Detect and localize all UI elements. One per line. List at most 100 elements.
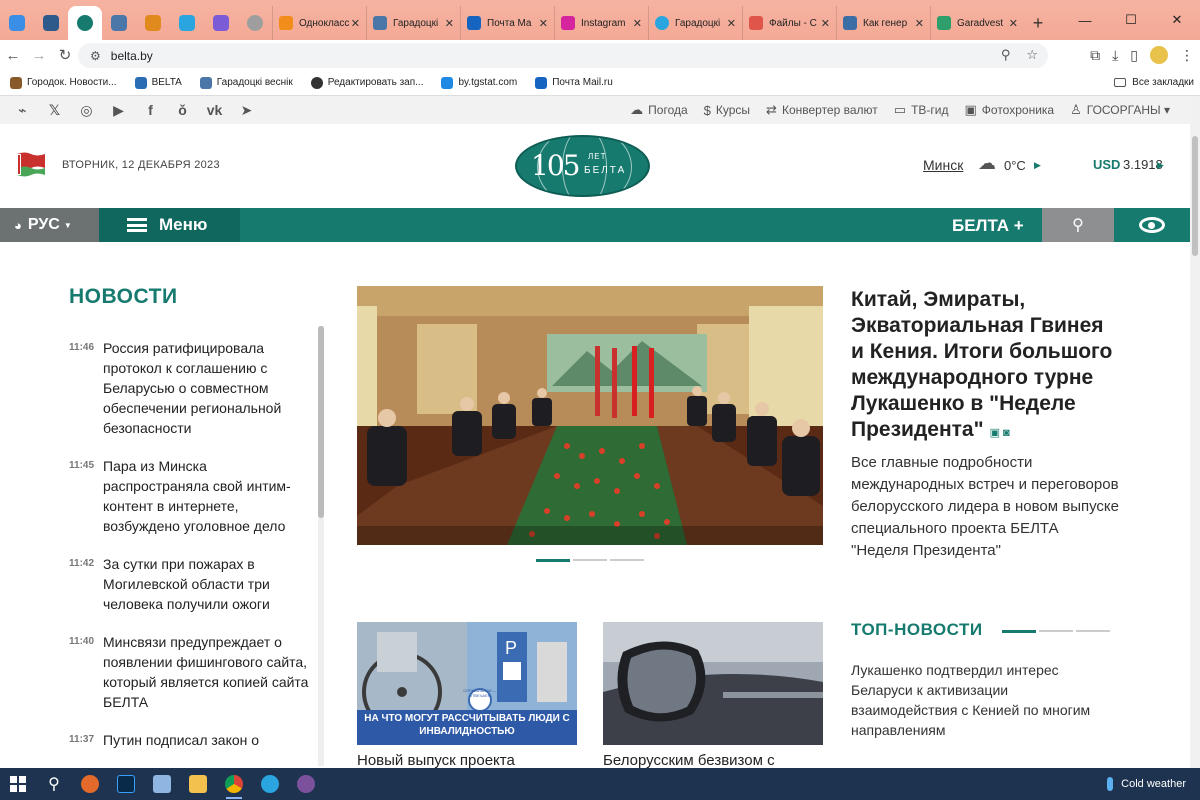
new-tab-button[interactable]: + bbox=[1024, 6, 1052, 40]
youtube-icon[interactable]: ▶ bbox=[110, 102, 127, 119]
close-tab-icon[interactable]: ✕ bbox=[727, 17, 736, 30]
zoom-search-icon[interactable]: ⚲ bbox=[1001, 47, 1011, 63]
browser-tab[interactable]: Гарадоцкі ✕ bbox=[366, 6, 460, 40]
browser-tab[interactable]: Гарадоцкі ✕ bbox=[648, 6, 742, 40]
taskbar-app-explorer[interactable] bbox=[180, 768, 216, 800]
bookmark-item[interactable]: Гарадоцкі веснік bbox=[199, 76, 293, 89]
lead-headline[interactable]: Китай, Эмираты, Экваториальная Гвинея и … bbox=[851, 287, 1121, 446]
bookmark-item[interactable]: BELTA bbox=[134, 76, 182, 89]
lead-photo[interactable] bbox=[357, 286, 823, 545]
start-button[interactable] bbox=[0, 768, 36, 800]
bookmark-item[interactable]: Городок. Новости... bbox=[10, 76, 117, 89]
menu-kebab-icon[interactable]: ⋮ bbox=[1180, 47, 1194, 64]
lead-headline-text[interactable]: Китай, Эмираты, Экваториальная Гвинея и … bbox=[851, 288, 1112, 441]
forward-icon[interactable]: → bbox=[26, 47, 52, 64]
close-tab-icon[interactable]: ✕ bbox=[915, 17, 924, 30]
taskbar-app-firefox[interactable] bbox=[72, 768, 108, 800]
telegram-icon[interactable]: ➤ bbox=[238, 102, 255, 119]
news-card-visa[interactable] bbox=[603, 622, 823, 745]
top-news-item[interactable]: Лукашенко подтвердил интерес Беларуси к … bbox=[851, 660, 1116, 740]
site-info-icon[interactable]: ⚙ bbox=[90, 49, 101, 63]
scrollbar-thumb[interactable] bbox=[1192, 136, 1198, 256]
close-tab-icon[interactable]: ✕ bbox=[351, 17, 360, 30]
tab-8[interactable] bbox=[238, 6, 272, 40]
menu-button[interactable]: Меню bbox=[99, 208, 240, 242]
tab-2[interactable] bbox=[34, 6, 68, 40]
slider-dot-active[interactable] bbox=[536, 559, 570, 562]
browser-tab[interactable]: Instagram ✕ bbox=[554, 6, 648, 40]
taskbar-app-chrome[interactable] bbox=[216, 768, 252, 800]
news-item[interactable]: 11:37 Путин подписал закон о bbox=[69, 730, 309, 750]
close-window-icon[interactable]: ✕ bbox=[1154, 0, 1200, 40]
close-tab-icon[interactable]: ✕ bbox=[821, 17, 830, 30]
belta-plus-link[interactable]: БЕЛТА + bbox=[952, 216, 1024, 236]
download-icon[interactable]: ⤓ bbox=[1112, 47, 1118, 64]
odnoklassniki-icon[interactable]: ǒ bbox=[174, 102, 191, 119]
service-converter[interactable]: ⇄ Конвертер валют bbox=[766, 102, 878, 118]
slider-dot[interactable] bbox=[1076, 630, 1110, 632]
search-taskbar-icon[interactable]: ⚲ bbox=[36, 768, 72, 800]
card-caption[interactable]: Новый выпуск проекта bbox=[357, 752, 515, 769]
browser-tab[interactable]: Однокласс ✕ bbox=[272, 6, 366, 40]
vk-icon[interactable]: vk bbox=[206, 102, 223, 119]
taskbar-app-viber[interactable] bbox=[288, 768, 324, 800]
instagram-icon[interactable]: ◎ bbox=[78, 102, 95, 119]
profile-avatar[interactable] bbox=[1150, 46, 1168, 64]
tab-5[interactable] bbox=[136, 6, 170, 40]
service-photo[interactable]: ▣ Фотохроника bbox=[964, 102, 1054, 118]
tab-4[interactable] bbox=[102, 6, 136, 40]
close-tab-icon[interactable]: ✕ bbox=[633, 17, 642, 30]
tab-1[interactable] bbox=[0, 6, 34, 40]
news-item[interactable]: 11:40 Минсвязи предупреждает о появлении… bbox=[69, 632, 309, 712]
slider-dot-active[interactable] bbox=[1002, 630, 1036, 633]
close-tab-icon[interactable]: ✕ bbox=[539, 17, 548, 30]
chevron-right-icon[interactable]: ▶ bbox=[1157, 160, 1164, 171]
address-bar[interactable]: ⚙ belta.by ⚲ ☆ bbox=[78, 43, 1048, 68]
accessibility-button[interactable] bbox=[1114, 208, 1190, 242]
browser-tab[interactable]: Как генер ✕ bbox=[836, 6, 930, 40]
bookmark-item[interactable]: Редактировать зап... bbox=[310, 76, 423, 89]
browser-tab[interactable]: Garadvest ✕ bbox=[930, 6, 1024, 40]
news-headline[interactable]: Пара из Минска распространяла свой интим… bbox=[103, 456, 309, 536]
all-bookmarks-button[interactable]: Все закладки bbox=[1114, 77, 1194, 88]
facebook-icon[interactable]: f bbox=[142, 102, 159, 119]
tab-7[interactable] bbox=[204, 6, 238, 40]
news-headline[interactable]: Минсвязи предупреждает о появлении фишин… bbox=[103, 632, 309, 712]
bookmark-item[interactable]: Почта Mail.ru bbox=[535, 76, 613, 89]
taskbar-app-notes[interactable] bbox=[144, 768, 180, 800]
weather-city[interactable]: Минск bbox=[923, 157, 963, 173]
chevron-right-icon[interactable]: ▶ bbox=[1034, 160, 1041, 171]
news-item[interactable]: 11:45 Пара из Минска распространяла свой… bbox=[69, 456, 309, 536]
service-gov[interactable]: ♙ ГОСОРГАНЫ ▾ bbox=[1070, 102, 1170, 118]
twitter-icon[interactable]: 𝕏 bbox=[46, 102, 63, 119]
news-scrollbar[interactable] bbox=[318, 326, 324, 766]
news-headline[interactable]: Путин подписал закон о bbox=[103, 730, 259, 750]
news-headline[interactable]: За сутки при пожарах в Могилевской облас… bbox=[103, 554, 309, 614]
taskbar-app-telegram[interactable] bbox=[252, 768, 288, 800]
tab-6[interactable] bbox=[170, 6, 204, 40]
service-tv[interactable]: ▭ ТВ-гид bbox=[894, 102, 949, 118]
slider-dot[interactable] bbox=[610, 559, 644, 561]
bookmark-item[interactable]: by.tgstat.com bbox=[441, 76, 517, 89]
extensions-icon[interactable]: ⧉ bbox=[1090, 47, 1100, 64]
news-item[interactable]: 11:46 Россия ратифицировала протокол к с… bbox=[69, 338, 309, 438]
taskbar-weather[interactable]: Cold weather bbox=[1107, 777, 1186, 791]
back-icon[interactable]: ← bbox=[0, 47, 26, 64]
browser-tab[interactable]: Почта Ma ✕ bbox=[460, 6, 554, 40]
browser-tab[interactable]: Файлы - С ✕ bbox=[742, 6, 836, 40]
minimize-icon[interactable]: — bbox=[1062, 0, 1108, 40]
tab-3-active[interactable] bbox=[68, 6, 102, 40]
taskbar-app-photoshop[interactable] bbox=[108, 768, 144, 800]
close-tab-icon[interactable]: ✕ bbox=[1009, 17, 1018, 30]
slider-dot[interactable] bbox=[573, 559, 607, 561]
card-caption[interactable]: Белорусским безвизом с bbox=[603, 752, 775, 769]
news-item[interactable]: 11:42 За сутки при пожарах в Могилевской… bbox=[69, 554, 309, 614]
close-tab-icon[interactable]: ✕ bbox=[445, 17, 454, 30]
search-button[interactable]: ⚲ bbox=[1042, 208, 1114, 242]
bookmark-star-icon[interactable]: ☆ bbox=[1026, 47, 1038, 63]
reload-icon[interactable]: ↻ bbox=[52, 46, 78, 64]
slider-dot[interactable] bbox=[1039, 630, 1073, 632]
rss-icon[interactable]: ⌁ bbox=[14, 102, 31, 119]
language-selector[interactable]: ◕ РУС ▼ bbox=[0, 208, 99, 242]
page-scrollbar[interactable] bbox=[1190, 96, 1200, 768]
